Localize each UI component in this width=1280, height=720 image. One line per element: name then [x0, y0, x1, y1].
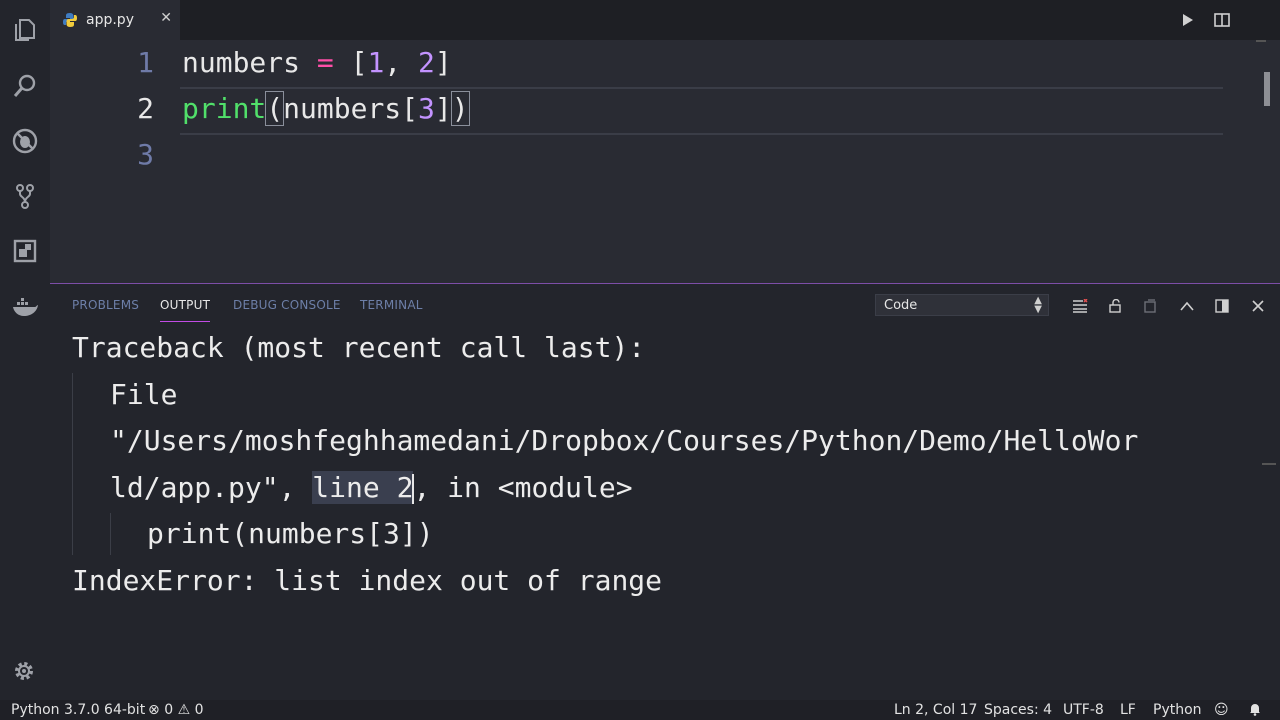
- output-text[interactable]: Traceback (most recent call last): File "/…: [72, 325, 1138, 604]
- python-interpreter[interactable]: Python 3.7.0 64-bit: [11, 702, 145, 718]
- editor-scrollbar[interactable]: [1264, 72, 1270, 106]
- language-mode[interactable]: Python: [1153, 702, 1202, 718]
- split-editor-icon[interactable]: [1211, 10, 1233, 30]
- encoding[interactable]: UTF-8: [1063, 702, 1104, 718]
- error-icon: ⊗: [148, 702, 160, 718]
- code-line-1: numbers = [1, 2]: [182, 46, 452, 79]
- extensions-icon[interactable]: [9, 235, 41, 267]
- open-log-icon[interactable]: [1140, 296, 1160, 316]
- tab-output[interactable]: OUTPUT: [160, 298, 211, 322]
- tab-app-py[interactable]: app.py ✕: [50, 0, 180, 40]
- python-file-icon: [63, 13, 77, 27]
- warning-icon: ⚠: [177, 702, 191, 718]
- bell-icon[interactable]: [1248, 702, 1262, 720]
- output-line: ld/app.py", line 2, in <module>: [110, 470, 633, 504]
- indentation[interactable]: Spaces: 4: [984, 702, 1052, 718]
- close-panel-icon[interactable]: [1248, 296, 1268, 316]
- scrollbar-marker: [1256, 40, 1266, 42]
- code-editor[interactable]: 1 2 3 numbers = [1, 2] print(numbers[3]): [50, 40, 1280, 283]
- lock-scroll-icon[interactable]: [1105, 296, 1125, 316]
- output-channel-select[interactable]: Code ▲ ▼: [875, 294, 1049, 316]
- debug-icon[interactable]: [9, 125, 41, 157]
- chevron-updown-icon: ▲ ▼: [1034, 295, 1042, 315]
- end-of-line[interactable]: LF: [1120, 702, 1136, 718]
- line-number: 2: [137, 92, 154, 125]
- panel-layout-icon[interactable]: [1212, 296, 1232, 316]
- output-line: IndexError: list index out of range: [72, 563, 663, 597]
- line-number: 3: [137, 138, 154, 171]
- smiley-icon[interactable]: ☺: [1214, 702, 1229, 718]
- close-tab-icon[interactable]: ✕: [160, 10, 172, 26]
- cursor-position[interactable]: Ln 2, Col 17: [894, 702, 977, 718]
- maximize-panel-icon[interactable]: [1177, 296, 1197, 316]
- source-control-icon[interactable]: [9, 180, 41, 212]
- output-line: File: [110, 377, 178, 411]
- tab-terminal[interactable]: TERMINAL: [360, 298, 423, 312]
- line-number: 1: [137, 46, 154, 79]
- tab-debug-console[interactable]: DEBUG CONSOLE: [233, 298, 341, 312]
- text-selection: line 2: [312, 470, 414, 504]
- explorer-icon[interactable]: [9, 14, 41, 46]
- panel-tab-bar: PROBLEMS OUTPUT DEBUG CONSOLE TERMINAL C…: [50, 284, 1280, 324]
- warning-count: 0: [194, 702, 204, 718]
- docker-icon[interactable]: [9, 291, 41, 323]
- output-line: "/Users/moshfeghhamedani/Dropbox/Courses…: [110, 424, 1139, 457]
- code-line-2: print(numbers[3]): [182, 91, 470, 126]
- tab-problems[interactable]: PROBLEMS: [72, 298, 139, 312]
- output-line: print(numbers[3]): [147, 517, 434, 550]
- activity-bar: [0, 0, 51, 700]
- error-count: 0: [164, 702, 174, 718]
- output-channel-value: Code: [884, 298, 918, 313]
- bottom-panel: PROBLEMS OUTPUT DEBUG CONSOLE TERMINAL C…: [50, 283, 1280, 701]
- output-line: Traceback (most recent call last):: [72, 331, 646, 364]
- problems-summary[interactable]: ⊗ 0 ⚠ 0: [148, 702, 204, 718]
- search-icon[interactable]: [9, 70, 41, 102]
- editor-tab-bar: app.py ✕: [50, 0, 1280, 40]
- run-icon[interactable]: [1176, 10, 1198, 30]
- clear-output-icon[interactable]: [1070, 296, 1090, 316]
- status-bar: Python 3.7.0 64-bit ⊗ 0 ⚠ 0 Ln 2, Col 17…: [0, 700, 1280, 720]
- tab-label: app.py: [86, 12, 134, 28]
- settings-icon[interactable]: [11, 658, 37, 684]
- output-scrollbar[interactable]: [1262, 463, 1276, 465]
